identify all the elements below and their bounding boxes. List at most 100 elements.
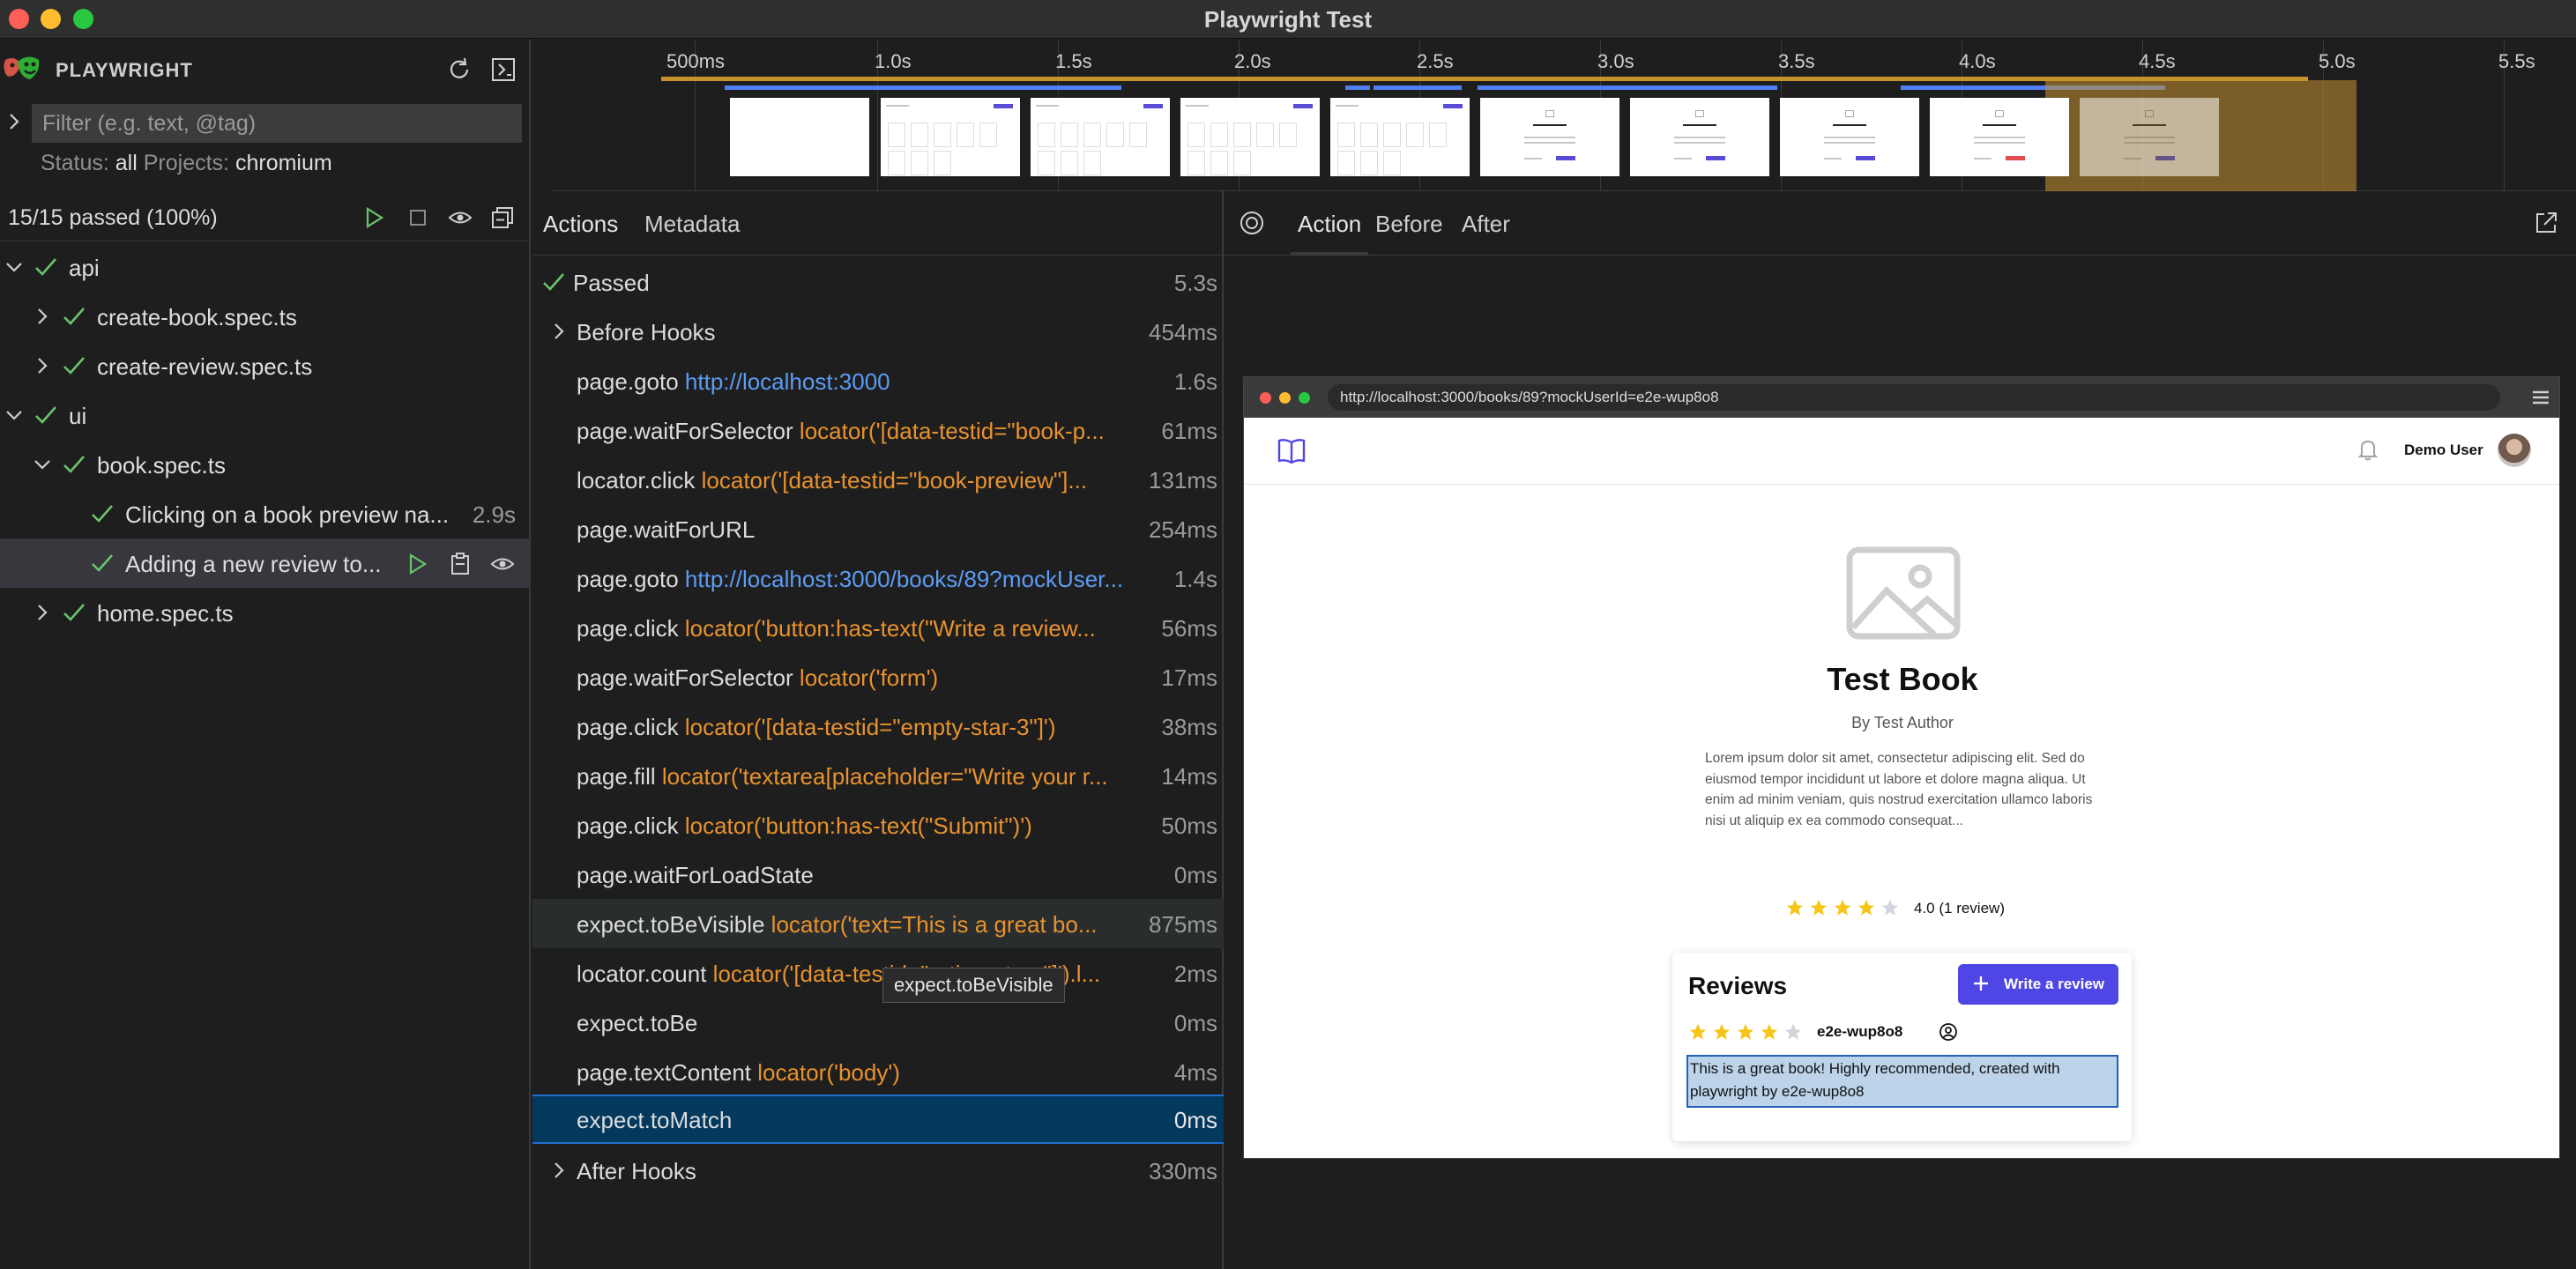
timeline-tick: 5.5s — [2498, 50, 2535, 72]
tree-item-api[interactable]: api — [0, 242, 531, 292]
chevron-right-icon[interactable] — [32, 306, 53, 327]
write-review-label: Write a review — [2004, 976, 2105, 992]
star-filled-icon — [1834, 899, 1851, 916]
book-logo-icon[interactable] — [1276, 435, 1307, 467]
action-name: locator.count — [577, 961, 707, 987]
page-header: Demo User — [1244, 418, 2559, 485]
timeline-thumbnail[interactable] — [1780, 98, 1919, 176]
timeline-thumbnail[interactable] — [2080, 98, 2219, 176]
tab-before[interactable]: Before — [1368, 211, 1450, 255]
action-row[interactable]: page.waitForURL 254ms — [532, 504, 1224, 553]
tab-action[interactable]: Action — [1291, 211, 1369, 255]
action-row[interactable]: page.click locator('button:has-text("Sub… — [532, 800, 1224, 850]
tree-item-create-book[interactable]: create-book.spec.ts — [0, 292, 531, 341]
chevron-down-icon[interactable] — [4, 404, 25, 426]
book-title: Test Book — [1827, 661, 1978, 697]
open-external-icon[interactable] — [2532, 209, 2560, 237]
hamburger-menu-icon[interactable] — [2531, 388, 2550, 407]
collapse-all-icon[interactable] — [489, 204, 516, 231]
action-row[interactable]: expect.toBeVisible locator('text=This is… — [532, 899, 1224, 948]
action-locator: locator('button:has-text("Submit")') — [684, 813, 1032, 839]
action-row[interactable]: page.waitForSelector locator('form') 17m… — [532, 652, 1224, 701]
run-test-icon[interactable] — [404, 551, 430, 577]
avatar[interactable] — [2498, 434, 2531, 467]
reload-icon[interactable] — [445, 56, 473, 84]
action-row[interactable]: locator.click locator('[data-testid="boo… — [532, 455, 1224, 504]
tree-item-book-spec[interactable]: book.spec.ts — [0, 440, 531, 489]
chevron-down-icon[interactable] — [4, 256, 25, 278]
timeline-thumbnail[interactable] — [1630, 98, 1769, 176]
chevron-right-icon[interactable] — [32, 355, 53, 376]
timeline-thumbnail[interactable] — [1330, 98, 1470, 176]
action-row[interactable]: page.fill locator('textarea[placeholder=… — [532, 751, 1224, 800]
check-icon — [543, 273, 564, 291]
chevron-down-icon[interactable] — [32, 454, 53, 475]
timeline-thumbnail[interactable] — [1180, 98, 1320, 176]
status-filters[interactable]: Status: all Projects: chromium — [41, 151, 332, 176]
toggle-output-icon[interactable] — [489, 56, 517, 84]
action-row[interactable]: page.goto http://localhost:3000/books/89… — [532, 553, 1224, 603]
tree-item-label: book.spec.ts — [97, 452, 226, 479]
star-empty-icon — [1881, 899, 1899, 916]
stop-icon[interactable] — [405, 204, 431, 231]
run-all-icon[interactable] — [361, 204, 387, 231]
action-duration: 330ms — [1148, 1158, 1217, 1184]
action-row-before-hooks[interactable]: Before Hooks 454ms — [532, 307, 1224, 356]
tab-actions[interactable]: Actions — [534, 211, 627, 255]
action-bar[interactable] — [725, 85, 1121, 90]
timeline-thumbnail[interactable] — [730, 98, 869, 176]
tree-item-create-review[interactable]: create-review.spec.ts — [0, 341, 531, 390]
action-row[interactable]: page.waitForSelector locator('[data-test… — [532, 405, 1224, 455]
test-total-duration: 5.3s — [1173, 270, 1217, 296]
timeline-thumbnail[interactable] — [1031, 98, 1170, 176]
action-row[interactable]: locator.count locator('[data-testid="rat… — [532, 948, 1224, 998]
action-duration: 1.4s — [1173, 566, 1217, 592]
trace-timeline[interactable]: 500ms 1.0s 1.5s 2.0s 2.5s 3.0s 3.5s 4.0s… — [552, 40, 2576, 191]
action-bar[interactable] — [1478, 85, 1777, 90]
tree-item-home-spec[interactable]: home.spec.ts — [0, 588, 531, 637]
timeline-thumbnail[interactable] — [1930, 98, 2069, 176]
action-locator: locator('[data-testid="book-preview"]... — [701, 467, 1088, 494]
action-row-after-hooks[interactable]: After Hooks 330ms — [532, 1146, 1224, 1195]
action-row[interactable]: expect.toBe 0ms — [532, 998, 1224, 1047]
action-duration: 61ms — [1161, 418, 1217, 444]
tab-metadata[interactable]: Metadata — [636, 211, 748, 255]
action-row-selected[interactable]: expect.toMatch 0ms — [532, 1095, 1224, 1144]
snapshot-browser: http://localhost:3000/books/89?mockUserI… — [1243, 376, 2560, 1159]
projects-value[interactable]: chromium — [235, 151, 332, 175]
status-value[interactable]: all — [115, 151, 138, 175]
chevron-right-icon[interactable] — [5, 110, 23, 133]
pick-locator-icon[interactable] — [1238, 209, 1266, 237]
write-review-button[interactable]: Write a review — [1958, 964, 2118, 1005]
tree-item-test-clicking-preview[interactable]: Clicking on a book preview na... 2.9s — [0, 489, 531, 538]
watch-test-icon[interactable] — [489, 551, 516, 577]
action-duration: 1.6s — [1173, 368, 1217, 395]
action-bar[interactable] — [1374, 85, 1462, 90]
chevron-right-icon[interactable] — [548, 1160, 570, 1181]
tab-after[interactable]: After — [1455, 211, 1517, 255]
star-filled-icon — [1689, 1023, 1707, 1040]
action-row[interactable]: page.textContent locator('body') 4ms — [532, 1047, 1224, 1096]
timeline-thumbnail[interactable] — [1480, 98, 1619, 176]
tree-item-ui[interactable]: ui — [0, 390, 531, 440]
timeline-tick: 500ms — [666, 50, 726, 72]
go-to-source-icon[interactable] — [447, 551, 473, 577]
browser-url-bar[interactable]: http://localhost:3000/books/89?mockUserI… — [1328, 384, 2500, 411]
chevron-right-icon[interactable] — [32, 602, 53, 623]
action-row[interactable]: page.click locator('[data-testid="empty-… — [532, 701, 1224, 751]
user-name[interactable]: Demo User — [2404, 442, 2483, 459]
browser-maximize-dot — [1299, 392, 1310, 404]
action-bar[interactable] — [1345, 85, 1370, 90]
action-row[interactable]: page.goto http://localhost:3000 1.6s — [532, 356, 1224, 405]
bell-icon[interactable] — [2356, 437, 2379, 462]
timeline-thumbnail[interactable] — [881, 98, 1020, 176]
tree-item-test-adding-review[interactable]: Adding a new review to... — [0, 538, 531, 588]
check-icon — [92, 505, 113, 523]
filter-input[interactable] — [32, 104, 522, 143]
watch-all-icon[interactable] — [447, 204, 473, 231]
action-row[interactable]: page.waitForLoadState 0ms — [532, 850, 1224, 899]
reviews-title: Reviews — [1688, 972, 1788, 999]
action-row[interactable]: page.click locator('button:has-text("Wri… — [532, 603, 1224, 652]
action-duration: 14ms — [1161, 763, 1217, 790]
chevron-right-icon[interactable] — [548, 321, 570, 342]
